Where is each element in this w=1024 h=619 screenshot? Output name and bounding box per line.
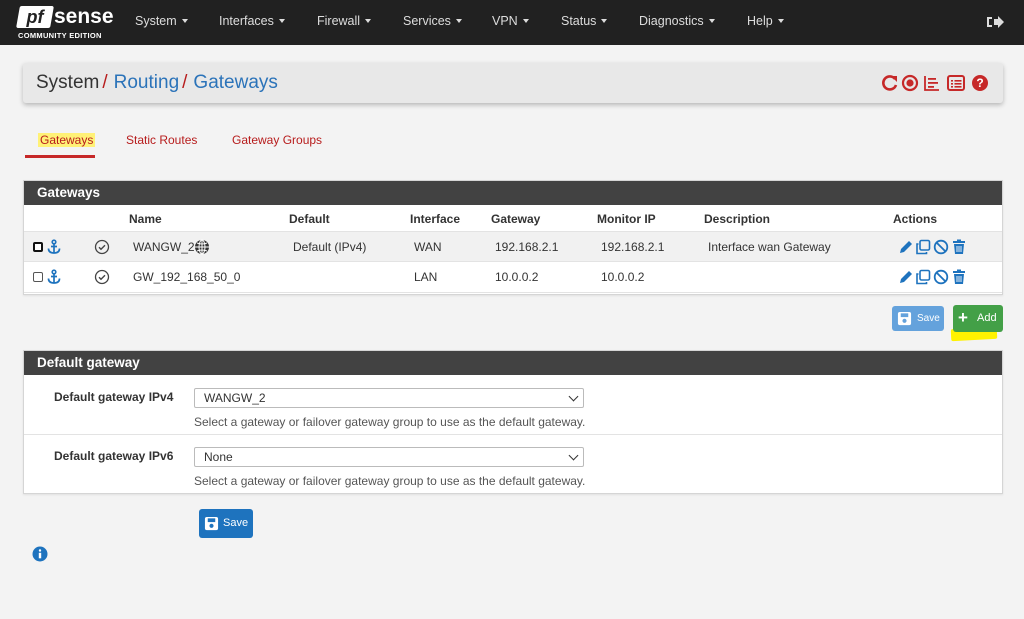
chevron-down-icon [455,19,462,23]
pencil-icon[interactable] [898,239,914,255]
disable-icon[interactable] [933,239,949,255]
nav-interfaces[interactable]: Interfaces [219,0,285,45]
row-select-checkbox[interactable] [33,272,43,282]
gateway-monitor-ip: 192.168.2.1 [601,240,665,254]
column-header-monitor-ip: Monitor IP [597,212,656,226]
nav-status[interactable]: Status [561,0,608,45]
column-header-name: Name [129,212,162,226]
trash-icon[interactable] [951,239,967,255]
chevron-down-icon [568,391,579,402]
add-button-label: Add [977,312,997,324]
pencil-icon[interactable] [898,269,914,285]
default-gateway-ipv6-help: Select a gateway or failover gateway gro… [194,474,586,488]
chart-icon[interactable] [923,74,941,92]
gateway-description: Interface wan Gateway [708,240,831,254]
tab-gateways[interactable]: Gateways [38,133,96,147]
default-gateway-ipv4-select[interactable]: WANGW_2 [194,388,584,408]
save-gateways-button[interactable]: Save [892,306,944,331]
plus-icon: + [958,308,968,327]
gateways-panel-title: Gateways [24,181,1002,205]
tab-gateway-groups[interactable]: Gateway Groups [232,133,322,147]
globe-icon [195,239,209,255]
table-row: GW_192_168_50_0 LAN 10.0.0.2 10.0.0.2 [24,262,1002,293]
info-icon[interactable] [32,546,48,562]
sign-out-icon[interactable] [986,14,1004,30]
breadcrumb-panel: System / Routing / Gateways ? [23,63,1003,103]
default-gateway-ipv4-value: WANGW_2 [204,391,266,405]
breadcrumb-separator: / [102,72,108,93]
default-gateway-ipv4-help: Select a gateway or failover gateway gro… [194,415,586,429]
gateways-panel: Gateways Name Default Interface Gateway … [23,180,1003,295]
gateway-monitor-ip: 10.0.0.2 [601,270,645,284]
default-gateway-ipv4-label: Default gateway IPv4 [54,390,174,404]
active-tab-indicator [25,155,95,158]
nav-diagnostics[interactable]: Diagnostics [639,0,715,45]
nav-vpn[interactable]: VPN [492,0,529,45]
chevron-down-icon [777,19,784,23]
table-row: WANGW_2 Default (IPv4) WAN 192.168.2.1 1… [24,231,1002,262]
breadcrumb-routing[interactable]: Routing [114,72,180,93]
chevron-down-icon [278,19,285,23]
anchor-icon[interactable] [46,269,62,285]
nav-firewall[interactable]: Firewall [317,0,372,45]
breadcrumb-system: System [36,72,100,93]
nav-services[interactable]: Services [403,0,462,45]
divider [24,434,1002,435]
breadcrumb-separator: / [182,72,188,93]
breadcrumb: System / Routing / Gateways [36,72,278,94]
trash-icon[interactable] [951,269,967,285]
list-icon[interactable] [947,74,965,92]
check-circle-icon [94,239,110,255]
default-gateway-panel: Default gateway Default gateway IPv4 WAN… [23,350,1003,494]
save-button-label: Save [223,517,249,529]
logo-edition: COMMUNITY EDITION [18,31,102,40]
chevron-down-icon [181,19,188,23]
chevron-down-icon [365,19,372,23]
save-button-label: Save [917,313,940,324]
gateway-interface: WAN [414,240,442,254]
gateway-address: 192.168.2.1 [495,240,559,254]
stop-circle-icon[interactable] [901,74,919,92]
breadcrumb-gateways[interactable]: Gateways [193,72,277,93]
save-default-gateway-button[interactable]: Save [199,509,253,538]
copy-icon[interactable] [915,239,931,255]
gateway-name: GW_192_168_50_0 [133,270,241,284]
breadcrumb-actions: ? [881,74,991,92]
chevron-down-icon [522,19,529,23]
chevron-down-icon [601,19,608,23]
chevron-down-icon [568,450,579,461]
column-header-default: Default [289,212,330,226]
anchor-icon[interactable] [46,239,62,255]
svg-text:?: ? [976,76,983,90]
pfsense-logo[interactable]: pf sense COMMUNITY EDITION [16,5,114,42]
gateway-interface: LAN [414,270,438,284]
copy-icon[interactable] [915,269,931,285]
add-gateway-button[interactable]: + Add [953,305,1003,332]
column-header-gateway: Gateway [491,212,541,226]
check-circle-icon [94,269,110,285]
floppy-disk-icon [897,311,912,326]
default-gateway-ipv6-select[interactable]: None [194,447,584,467]
column-header-description: Description [704,212,771,226]
reload-icon[interactable] [881,74,899,92]
tab-static-routes[interactable]: Static Routes [126,133,197,147]
floppy-disk-icon [204,516,219,531]
top-navbar: pf sense COMMUNITY EDITION System Interf… [0,0,1024,45]
default-gateway-ipv6-label: Default gateway IPv6 [54,449,174,463]
column-header-interface: Interface [410,212,461,226]
column-header-actions: Actions [893,212,938,226]
gateway-default: Default (IPv4) [293,240,367,254]
default-gateway-panel-title: Default gateway [24,351,1002,375]
logo-wordmark: sense [54,5,114,28]
row-select-checkbox[interactable] [33,242,43,252]
help-icon[interactable]: ? [971,74,989,92]
logo-pf-mark: pf [16,6,54,28]
default-gateway-ipv6-value: None [204,450,233,464]
gateway-address: 10.0.0.2 [495,270,539,284]
gateway-name: WANGW_2 [133,240,195,254]
nav-help[interactable]: Help [747,0,784,45]
chevron-down-icon [708,19,715,23]
disable-icon[interactable] [933,269,949,285]
nav-system[interactable]: System [135,0,188,45]
